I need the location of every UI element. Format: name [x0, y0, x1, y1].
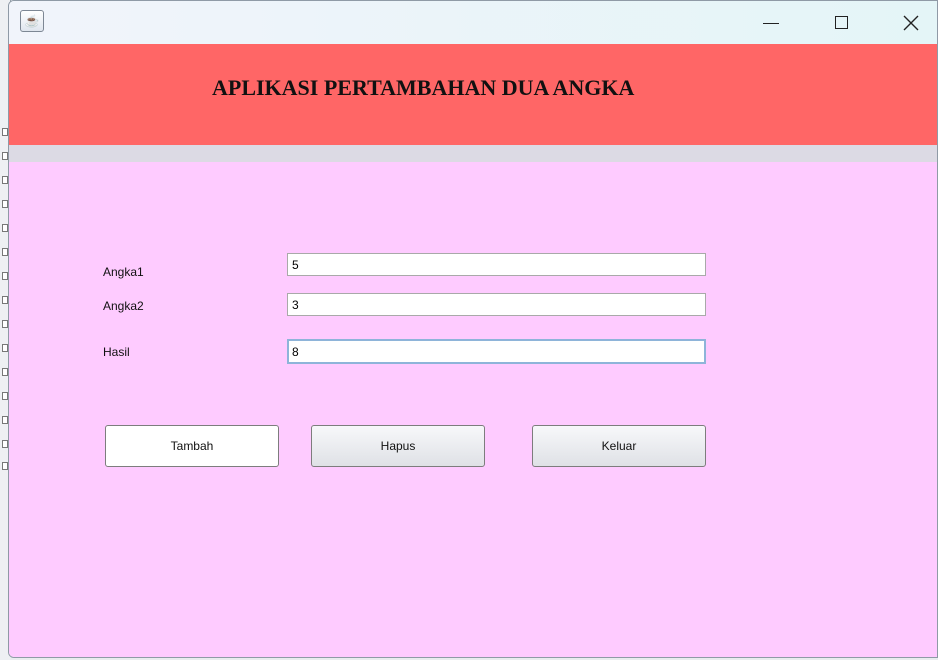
angka1-label: Angka1: [103, 265, 144, 279]
minimize-icon: [763, 22, 779, 25]
hapus-button[interactable]: Hapus: [311, 425, 485, 467]
angka2-input[interactable]: [287, 293, 706, 316]
angka2-label: Angka2: [103, 299, 144, 313]
page-title: APLIKASI PERTAMBAHAN DUA ANGKA: [212, 75, 635, 100]
minimize-button[interactable]: [736, 1, 806, 44]
header-divider: [9, 145, 937, 162]
close-button[interactable]: [876, 1, 937, 44]
hasil-input[interactable]: [287, 339, 706, 364]
java-icon[interactable]: ☕: [20, 10, 44, 32]
header-panel: APLIKASI PERTAMBAHAN DUA ANGKA: [9, 44, 937, 145]
hasil-label: Hasil: [103, 345, 130, 359]
main-panel: APLIKASI PERTAMBAHAN DUA ANGKA Angka1 An…: [9, 44, 937, 657]
tambah-button[interactable]: Tambah: [105, 425, 279, 467]
angka1-input[interactable]: [287, 253, 706, 276]
maximize-button[interactable]: [806, 1, 876, 44]
close-icon: [903, 15, 919, 30]
keluar-button[interactable]: Keluar: [532, 425, 706, 467]
maximize-icon: [834, 16, 848, 29]
title-bar[interactable]: ☕: [9, 1, 937, 44]
app-window: ☕ APLIKASI PERTAMBAHAN DUA ANGKA Angka1 …: [8, 0, 938, 658]
